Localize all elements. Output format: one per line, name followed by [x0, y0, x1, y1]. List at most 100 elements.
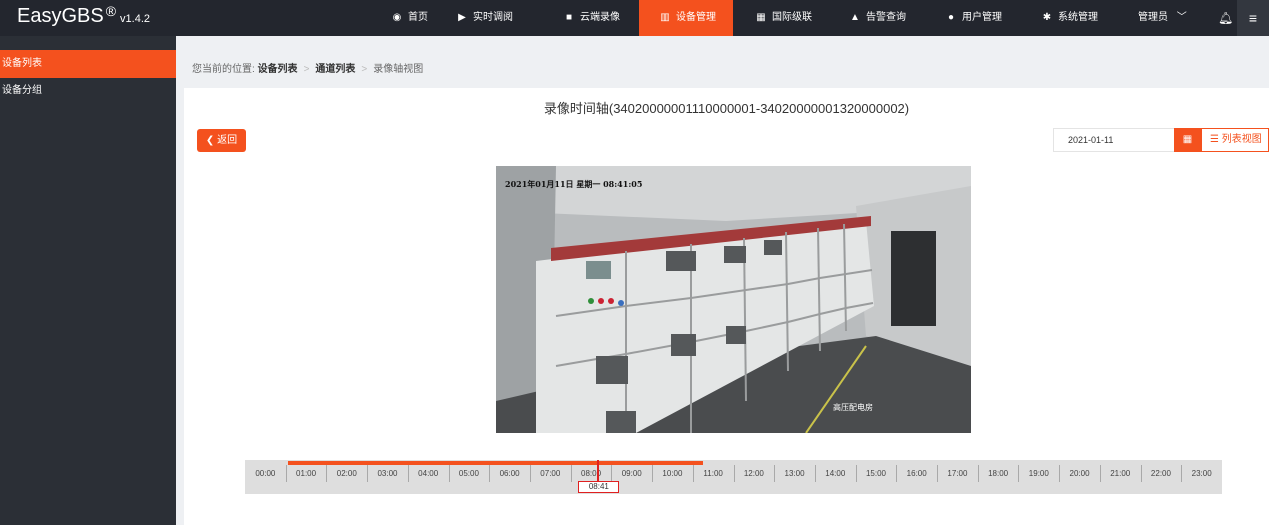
timeline-tick: [896, 465, 898, 482]
nav-item-label: 首页: [408, 12, 428, 23]
timeline-tick: [1018, 465, 1020, 482]
nav-item-label: 国际级联: [772, 12, 812, 23]
timeline-hour-label: 00:00: [255, 469, 276, 478]
nav-item-label: 用户管理: [962, 12, 1002, 23]
record-timeline[interactable]: 00:00 01:00 02:00 03:00 04:00 05:00 06:00 07:00…: [245, 460, 1222, 494]
grid-icon: ▦: [756, 12, 766, 23]
sidebar-item-device-list[interactable]: 设备列表: [0, 50, 176, 78]
timeline-hour-label: 17:00: [947, 469, 968, 478]
timeline-tick: [733, 465, 735, 482]
recording-segment[interactable]: [287, 461, 703, 465]
dashboard-icon: ◉: [392, 12, 402, 23]
timeline-hour-label: 15:00: [865, 469, 886, 478]
timeline-hour-label: 13:00: [784, 469, 805, 478]
timeline-tick: [855, 465, 857, 482]
list-icon: ☰: [1210, 134, 1219, 145]
nav-item-0[interactable]: ◉ 首页: [392, 0, 428, 36]
top-navbar: EasyGBS ® v1.4.2 ◉ 首页 ▶ 实时调阅 ■ 云端录像 ▥ 设备管理 ▦ 国际级联 ▲ 告…: [0, 0, 1269, 36]
timeline-tick: [652, 465, 654, 482]
device-icon: ▥: [660, 12, 670, 23]
timeline-tick: [285, 465, 287, 482]
breadcrumb: 您当前的位置: 设备列表 > 通道列表 > 录像轴视图: [192, 64, 424, 75]
menu-icon[interactable]: ≡: [1237, 0, 1269, 36]
timeline-hour-label: 05:00: [458, 469, 479, 478]
page-title: 录像时间轴(34020000001110000001-3402000000132…: [543, 101, 910, 116]
app-logo[interactable]: EasyGBS ® v1.4.2: [17, 3, 150, 28]
nav-item-7[interactable]: ✱ 系统管理: [1042, 0, 1098, 36]
timeline-hour-label: 12:00: [743, 469, 764, 478]
breadcrumb-device-list[interactable]: 设备列表: [258, 64, 298, 75]
timeline-hour-label: 18:00: [988, 469, 1009, 478]
timeline-tick: [367, 465, 369, 482]
timeline-tick: [692, 465, 694, 482]
timeline-hour-label: 10:00: [662, 469, 683, 478]
main-panel: 录像时间轴(34020000001110000001-3402000000132…: [184, 88, 1269, 525]
bell-icon[interactable]: 🔔︎: [1218, 0, 1233, 36]
timeline-cursor-label: 08:41: [578, 481, 620, 493]
nav-item-label: 告警查询: [866, 12, 906, 23]
timeline-tick: [611, 465, 613, 482]
timeline-tick: [1140, 465, 1142, 482]
video-osd-timestamp: 2021年01月11日 星期一 08:41:05: [505, 179, 643, 189]
video-camera-icon: ■: [565, 12, 573, 23]
nav-item-label: 实时调阅: [473, 12, 513, 23]
chevron-down-icon: ﹀: [1176, 12, 1187, 23]
timeline-tick: [774, 465, 776, 482]
timeline-hour-label: 19:00: [1028, 469, 1049, 478]
timeline-hour-label: 09:00: [621, 469, 642, 478]
timeline-tick: [1099, 465, 1101, 482]
sidebar-item-device-group[interactable]: 设备分组: [0, 77, 176, 105]
alarm-icon: ▲: [850, 12, 860, 23]
nav-item-4[interactable]: ▦ 国际级联: [756, 0, 812, 36]
timeline-tick: [407, 465, 409, 482]
timeline-tick: [937, 465, 939, 482]
timeline-hour-label: 16:00: [906, 469, 927, 478]
timeline-hour-label: 20:00: [1069, 469, 1090, 478]
video-frame-image: [496, 166, 971, 433]
timeline-tick: [489, 465, 491, 482]
nav-item-5[interactable]: ▲ 告警查询: [850, 0, 906, 36]
timeline-hour-label: 07:00: [540, 469, 561, 478]
timeline-tick: [977, 465, 979, 482]
timeline-hour-label: 11:00: [703, 469, 723, 478]
calendar-icon[interactable]: ▦: [1174, 128, 1201, 152]
timeline-tick: [529, 465, 531, 482]
timeline-hour-label: 22:00: [1150, 469, 1171, 478]
user-icon: ●: [947, 12, 955, 23]
admin-menu[interactable]: 管理员 ﹀: [1138, 0, 1187, 36]
chevron-left-icon: ❮: [205, 135, 215, 146]
timeline-hour-label: 03:00: [377, 469, 398, 478]
nav-item-1[interactable]: ▶ 实时调阅: [457, 0, 513, 36]
timeline-tick: [1181, 465, 1183, 482]
gear-icon: ✱: [1042, 12, 1052, 23]
timeline-hour-label: 08:00: [581, 469, 602, 478]
timeline-tick: [1059, 465, 1061, 482]
timeline-hour-label: 01:00: [296, 469, 317, 478]
breadcrumb-current: 录像轴视图: [373, 64, 424, 75]
breadcrumb-channel-list[interactable]: 通道列表: [315, 64, 355, 75]
timeline-tick: [326, 465, 328, 482]
nav-item-label: 设备管理: [676, 12, 716, 23]
nav-item-label: 云端录像: [580, 12, 620, 23]
nav-item-2[interactable]: ■ 云端录像: [564, 0, 620, 36]
timeline-tick: [814, 465, 816, 482]
sidebar: 设备列表 设备分组: [0, 36, 176, 525]
timeline-hour-label: 23:00: [1191, 469, 1212, 478]
timeline-hour-label: 06:00: [499, 469, 520, 478]
timeline-hour-label: 02:00: [336, 469, 357, 478]
timeline-tick: [570, 465, 572, 482]
nav-item-3[interactable]: ▥ 设备管理: [639, 0, 733, 36]
video-osd-label: 高压配电房: [833, 403, 873, 412]
list-view-button[interactable]: ☰ 列表视图: [1201, 128, 1269, 152]
timeline-tick: [448, 465, 450, 482]
play-circle-icon: ▶: [458, 12, 466, 23]
nav-item-label: 系统管理: [1058, 12, 1098, 23]
nav-item-6[interactable]: ● 用户管理: [946, 0, 1002, 36]
timeline-hour-label: 04:00: [418, 469, 439, 478]
timeline-hour-label: 14:00: [825, 469, 846, 478]
breadcrumb-prefix: 您当前的位置:: [192, 64, 255, 75]
timeline-hour-label: 21:00: [1110, 469, 1131, 478]
back-button[interactable]: ❮ 返回: [197, 129, 246, 152]
video-player[interactable]: 2021年01月11日 星期一 08:41:05 高压配电房: [496, 166, 971, 433]
date-input[interactable]: 2021-01-11: [1053, 128, 1175, 152]
